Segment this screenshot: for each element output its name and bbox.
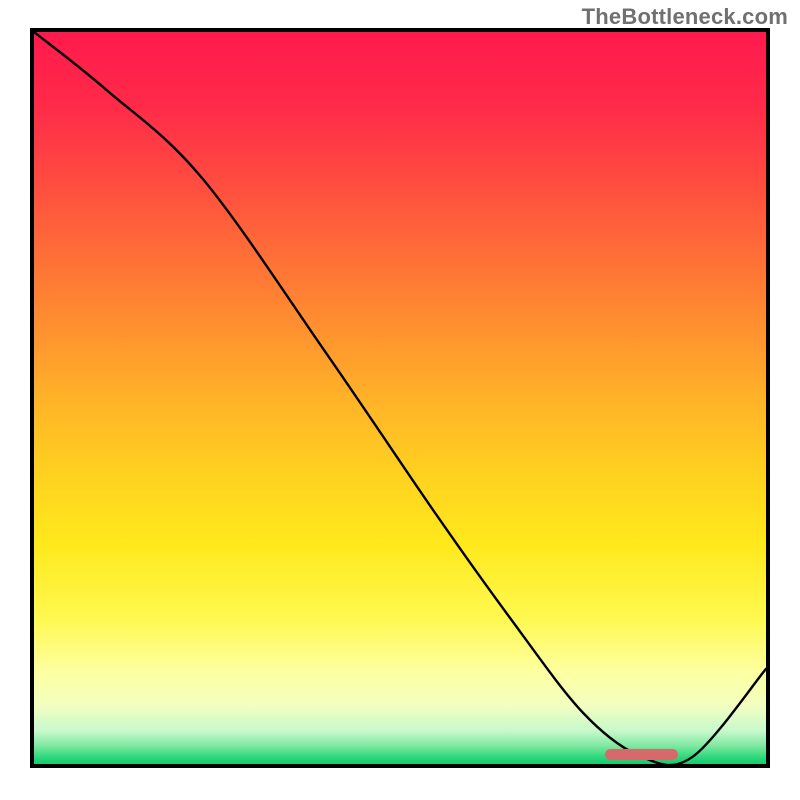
chart-stage: TheBottleneck.com	[0, 0, 800, 800]
bottleneck-marker	[605, 749, 678, 760]
line-curve	[34, 32, 766, 764]
plot-inner	[34, 32, 766, 764]
plot-area	[30, 28, 770, 768]
curve-path	[34, 32, 766, 764]
watermark-text: TheBottleneck.com	[582, 4, 788, 30]
